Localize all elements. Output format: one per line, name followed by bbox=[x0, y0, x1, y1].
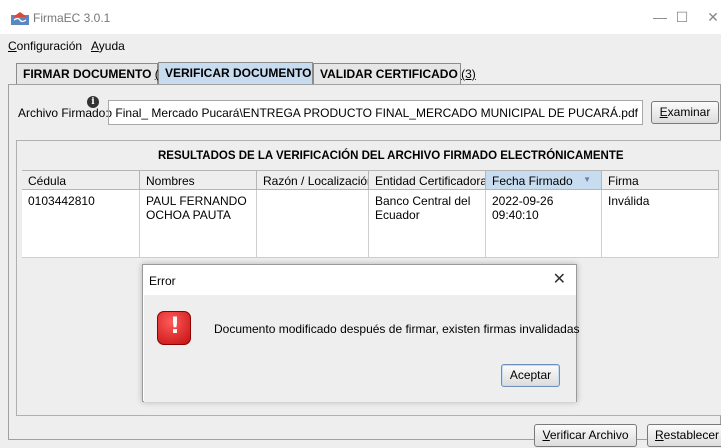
browse-button[interactable]: Examinar bbox=[651, 101, 719, 124]
verify-file-button[interactable]: Verificar Archivo bbox=[534, 424, 637, 447]
tab-firmar-documento[interactable]: FIRMAR DOCUMENTO (1) bbox=[16, 63, 169, 84]
reset-button[interactable]: Restablecer bbox=[647, 424, 721, 447]
info-icon[interactable]: i bbox=[87, 96, 99, 108]
cell-razon bbox=[257, 190, 369, 258]
cell-fecha: 2022-09-26 09:40:10 bbox=[486, 190, 602, 258]
dialog-title: Error bbox=[149, 274, 176, 288]
tab-validar-certificado[interactable]: VALIDAR CERTIFICADO (3) bbox=[313, 63, 476, 84]
results-title: RESULTADOS DE LA VERIFICACIÓN DEL ARCHIV… bbox=[158, 150, 624, 162]
error-dialog: Error ✕ ! Documento modificado después d… bbox=[142, 264, 580, 402]
cell-nombres: PAUL FERNANDO OCHOA PAUTA bbox=[140, 190, 257, 258]
column-header-fecha[interactable]: Fecha Firmado ▼ bbox=[486, 170, 602, 190]
accept-button[interactable]: Aceptar bbox=[501, 364, 560, 387]
column-header-firma[interactable]: Firma bbox=[602, 170, 719, 190]
sort-descending-icon: ▼ bbox=[583, 175, 591, 184]
dialog-message: Documento modificado después de firmar, … bbox=[214, 322, 580, 336]
file-path-field[interactable]: ducto Final_ Mercado Pucará\ENTREGA PROD… bbox=[108, 100, 643, 125]
tab-verificar-documento[interactable]: VERIFICAR DOCUMENTO (2) bbox=[158, 62, 329, 84]
cell-firma: Inválida bbox=[602, 190, 719, 258]
cell-entidad: Banco Central del Ecuador bbox=[369, 190, 486, 258]
menu-configuracion[interactable]: Configuración bbox=[8, 39, 82, 53]
app-logo-icon bbox=[11, 12, 29, 25]
title-bar: FirmaEC 3.0.1 — ☐ ✕ bbox=[0, 0, 721, 34]
menu-bar: Configuración Ayuda bbox=[0, 34, 721, 56]
dialog-body: ! Documento modificado después de firmar… bbox=[144, 295, 580, 402]
column-header-razon[interactable]: Razón / Localización bbox=[257, 170, 369, 190]
minimize-button[interactable]: — bbox=[650, 9, 670, 25]
column-header-nombres[interactable]: Nombres bbox=[140, 170, 257, 190]
cell-cedula: 0103442810 bbox=[22, 190, 140, 258]
error-icon: ! bbox=[157, 311, 191, 345]
column-header-entidad[interactable]: Entidad Certificadora bbox=[369, 170, 486, 190]
close-window-button[interactable]: ✕ bbox=[703, 9, 721, 25]
menu-ayuda[interactable]: Ayuda bbox=[91, 39, 125, 53]
maximize-button[interactable]: ☐ bbox=[672, 9, 692, 25]
window-title: FirmaEC 3.0.1 bbox=[33, 11, 111, 25]
column-header-cedula[interactable]: Cédula bbox=[22, 170, 140, 190]
dialog-close-icon[interactable]: ✕ bbox=[553, 269, 566, 289]
file-label: Archivo Firmado: bbox=[18, 106, 109, 120]
